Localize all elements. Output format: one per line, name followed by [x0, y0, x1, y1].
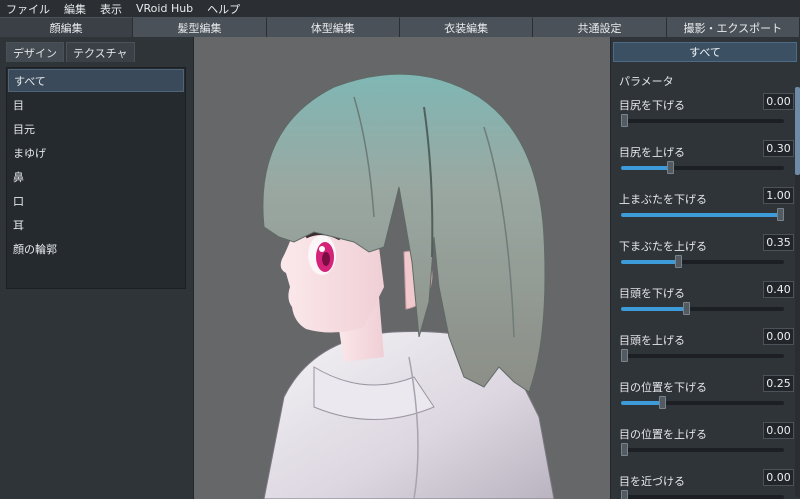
parameter-slider[interactable]: [621, 255, 784, 268]
3d-viewport[interactable]: [194, 37, 610, 499]
panel-header[interactable]: すべて: [613, 42, 797, 62]
list-item[interactable]: すべて: [8, 69, 184, 92]
scrollbar[interactable]: [795, 87, 800, 497]
slider-handle[interactable]: [621, 443, 628, 456]
list-item[interactable]: 口: [8, 189, 184, 212]
parameter-row: 目頭を下げる 0.40: [619, 281, 794, 332]
parameter-value-field[interactable]: 0.30: [763, 140, 794, 157]
menu-vroid-hub[interactable]: VRoid Hub: [136, 2, 193, 15]
subtab-texture[interactable]: テクスチャ: [66, 42, 135, 62]
slider-handle[interactable]: [666, 161, 674, 174]
parameter-slider[interactable]: [621, 443, 784, 456]
menu-view[interactable]: 表示: [100, 1, 122, 17]
parameter-row: 目尻を下げる 0.00: [619, 93, 794, 144]
left-panel: デザイン テクスチャ すべて 目 目元 まゆげ 鼻 口 耳 顔の輪郭: [0, 37, 194, 499]
parameter-value-field[interactable]: 0.25: [763, 375, 794, 392]
tab-common-settings[interactable]: 共通設定: [533, 17, 667, 37]
tab-outfit-edit[interactable]: 衣装編集: [399, 17, 534, 37]
slider-handle[interactable]: [658, 396, 666, 409]
parameter-slider[interactable]: [621, 490, 784, 499]
slider-fill: [621, 401, 662, 405]
parameter-label: 上まぶたを下げる: [619, 193, 707, 206]
parameter-label: 目尻を上げる: [619, 146, 685, 159]
category-list: すべて 目 目元 まゆげ 鼻 口 耳 顔の輪郭: [6, 67, 186, 289]
parameter-row: 目頭を上げる 0.00: [619, 328, 794, 379]
parameter-slider[interactable]: [621, 349, 784, 362]
slider-handle[interactable]: [683, 302, 691, 315]
parameter-row: 下まぶたを上げる 0.35: [619, 234, 794, 285]
tab-hair-edit[interactable]: 髪型編集: [133, 17, 267, 37]
menu-help[interactable]: ヘルプ: [207, 1, 240, 17]
list-item[interactable]: 目: [8, 93, 184, 116]
tab-face-edit[interactable]: 顔編集: [0, 17, 134, 37]
list-item[interactable]: 鼻: [8, 165, 184, 188]
slider-fill: [621, 166, 670, 170]
slider-handle[interactable]: [621, 114, 628, 127]
parameter-row: 目尻を上げる 0.30: [619, 140, 794, 191]
parameter-slider[interactable]: [621, 396, 784, 409]
tab-body-edit[interactable]: 体型編集: [266, 17, 400, 37]
slider-handle[interactable]: [621, 349, 628, 362]
parameter-label: 目尻を下げる: [619, 99, 685, 112]
slider-fill: [621, 260, 679, 264]
parameter-slider[interactable]: [621, 302, 784, 315]
slider-fill: [621, 307, 687, 311]
parameter-value-field[interactable]: 0.00: [763, 328, 794, 345]
parameter-label: 目の位置を下げる: [619, 381, 707, 394]
parameter-value-field[interactable]: 0.00: [763, 469, 794, 486]
menu-file[interactable]: ファイル: [6, 1, 50, 17]
subtab-design[interactable]: デザイン: [6, 42, 64, 62]
sub-tab-bar: デザイン テクスチャ: [0, 37, 193, 62]
parameter-label: 目頭を上げる: [619, 334, 685, 347]
slider-handle[interactable]: [675, 255, 683, 268]
list-item[interactable]: 耳: [8, 213, 184, 236]
right-panel: すべて パラメータ 目尻を下げる 0.00 目尻を上げる 0.30 上まぶたを下げる 1.…: [610, 37, 800, 499]
menu-bar: ファイル 編集 表示 VRoid Hub ヘルプ: [0, 0, 800, 17]
character-preview: [262, 73, 555, 499]
parameter-value-field[interactable]: 0.35: [763, 234, 794, 251]
parameter-label: 目頭を下げる: [619, 287, 685, 300]
parameter-row: 目の位置を上げる 0.00: [619, 422, 794, 473]
parameter-label: 目を近づける: [619, 475, 685, 488]
parameter-slider[interactable]: [621, 208, 784, 221]
parameter-value-field[interactable]: 0.00: [763, 93, 794, 110]
menu-edit[interactable]: 編集: [64, 1, 86, 17]
list-item[interactable]: まゆげ: [8, 141, 184, 164]
slider-fill: [621, 213, 784, 217]
tab-photo-export[interactable]: 撮影・エクスポート: [666, 17, 800, 37]
list-item[interactable]: 目元: [8, 117, 184, 140]
parameter-label: 下まぶたを上げる: [619, 240, 707, 253]
parameter-row: 目を近づける 0.00: [619, 469, 794, 499]
list-item[interactable]: 顔の輪郭: [8, 237, 184, 260]
slider-handle[interactable]: [621, 490, 628, 499]
parameter-value-field[interactable]: 1.00: [763, 187, 794, 204]
slider-handle[interactable]: [777, 208, 784, 221]
parameter-value-field[interactable]: 0.00: [763, 422, 794, 439]
parameter-value-field[interactable]: 0.40: [763, 281, 794, 298]
scrollbar-thumb[interactable]: [795, 87, 800, 175]
parameter-row: 上まぶたを下げる 1.00: [619, 187, 794, 238]
parameter-row: 目の位置を下げる 0.25: [619, 375, 794, 426]
parameter-slider[interactable]: [621, 161, 784, 174]
parameter-label: 目の位置を上げる: [619, 428, 707, 441]
section-title: パラメータ: [619, 75, 674, 88]
parameter-slider[interactable]: [621, 114, 784, 127]
main-tab-bar: 顔編集 髪型編集 体型編集 衣装編集 共通設定 撮影・エクスポート: [0, 17, 800, 37]
